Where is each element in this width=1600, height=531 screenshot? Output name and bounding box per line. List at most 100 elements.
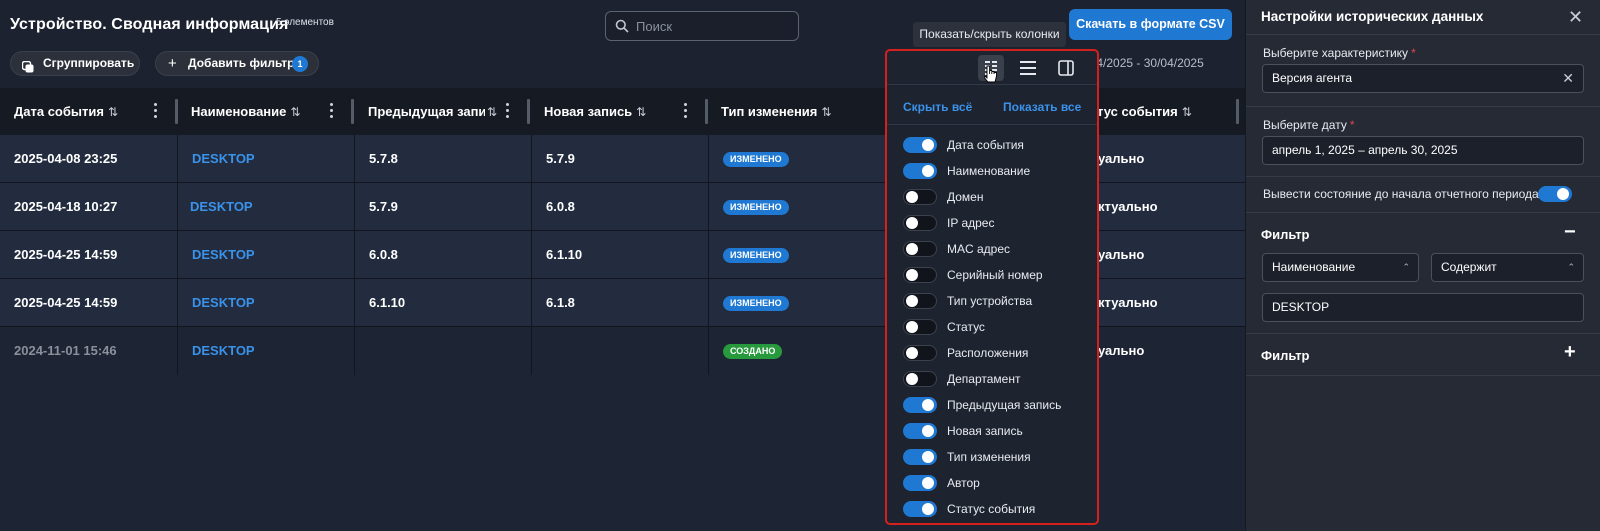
cell-date: 2025-04-08 23:25 [14, 151, 118, 166]
column-toggle-switch[interactable] [903, 371, 937, 387]
column-header-type[interactable]: Тип изменения ⇅ [721, 88, 881, 135]
column-menu-icon[interactable] [506, 101, 510, 121]
sort-icon[interactable]: ⇅ [108, 105, 118, 119]
group-button[interactable]: Сгруппировать [10, 51, 140, 76]
rows-density-icon[interactable] [1015, 55, 1041, 81]
show-all-button[interactable]: Показать все [1003, 100, 1081, 114]
column-toggle-switch[interactable] [903, 215, 937, 231]
cell-name-link[interactable]: DESKTOP [192, 327, 255, 374]
column-menu-icon[interactable] [330, 101, 334, 121]
settings-title: Настройки исторических данных [1261, 9, 1484, 24]
column-header-name[interactable]: Наименование ⇅ [191, 88, 321, 135]
column-header-status[interactable]: тус события ⇅ [1097, 88, 1217, 135]
column-toggle-switch[interactable] [903, 345, 937, 361]
column-toggle-item[interactable]: Статус [887, 315, 1097, 341]
column-divider [708, 135, 709, 375]
cell-name-link[interactable]: DESKTOP [192, 135, 255, 182]
items-count: 5 элементов [276, 17, 334, 28]
cell-new: 6.1.8 [546, 295, 575, 310]
column-toggle-label: Расположения [947, 346, 1029, 360]
side-panel-toggle-icon[interactable] [1053, 55, 1079, 81]
sort-icon[interactable]: ⇅ [483, 88, 503, 135]
search-box[interactable] [605, 11, 799, 41]
column-toggle-switch[interactable] [903, 241, 937, 257]
sort-icon[interactable]: ⇅ [290, 105, 300, 119]
column-resizer[interactable] [175, 99, 178, 124]
column-toggle-item[interactable]: Новая запись [887, 419, 1097, 445]
column-menu-icon[interactable] [154, 101, 158, 121]
cell-new: 6.0.8 [546, 199, 575, 214]
column-toggle-item[interactable]: Расположения [887, 341, 1097, 367]
history-settings-panel: Настройки исторических данных ✕ Выберите… [1245, 0, 1600, 531]
cell-prev: 6.1.10 [369, 295, 406, 310]
add-filter-button[interactable]: + Добавить фильтр 1 [155, 51, 319, 76]
column-toggle-switch[interactable] [903, 397, 937, 413]
column-toggle-switch[interactable] [903, 293, 937, 309]
collapse-minus-icon[interactable]: − [1564, 221, 1576, 244]
column-toggle-item[interactable]: MAC адрес [887, 237, 1097, 263]
column-resizer[interactable] [705, 99, 708, 124]
column-resizer[interactable] [351, 99, 354, 124]
cell-name-link[interactable]: DESKTOP [192, 279, 255, 326]
filter-value-input[interactable]: DESKTOP [1262, 293, 1584, 322]
filter-section-title: Фильтр [1261, 348, 1310, 363]
close-icon[interactable]: ✕ [1568, 7, 1583, 28]
column-toggle-label: Департамент [947, 372, 1021, 386]
hide-all-button[interactable]: Скрыть всё [903, 100, 972, 114]
column-toggle-label: Серийный номер [947, 268, 1043, 282]
characteristic-select[interactable]: Версия агента ✕ [1262, 64, 1584, 93]
sort-icon[interactable]: ⇅ [821, 105, 831, 119]
column-toggle-item[interactable]: Дата события [887, 133, 1097, 159]
column-toggle-switch[interactable] [903, 137, 937, 153]
column-toggle-item[interactable]: IP адрес [887, 211, 1097, 237]
column-toggle-item[interactable]: Статус события [887, 497, 1097, 523]
cell-prev: 5.7.8 [369, 151, 398, 166]
column-toggle-item[interactable]: Тип изменения [887, 445, 1097, 471]
status-badge: ИЗМЕНЕНО [723, 200, 789, 216]
add-filter-plus-icon[interactable]: + [1564, 341, 1576, 364]
column-resizer[interactable] [1236, 99, 1239, 124]
column-toggle-switch[interactable] [903, 163, 937, 179]
column-toggle-switch[interactable] [903, 475, 937, 491]
cell-type: СОЗДАНО [723, 327, 783, 374]
column-toggle-item[interactable]: Департамент [887, 367, 1097, 393]
clear-icon[interactable]: ✕ [1562, 65, 1574, 92]
column-toggle-switch[interactable] [903, 189, 937, 205]
column-header-prev[interactable]: Предыдущая запи [368, 88, 485, 135]
column-toggle-item[interactable]: Серийный номер [887, 263, 1097, 289]
column-toggle-switch[interactable] [903, 267, 937, 283]
column-toggle-switch[interactable] [903, 319, 937, 335]
sort-icon[interactable]: ⇅ [1182, 105, 1192, 119]
column-resizer[interactable] [527, 99, 530, 124]
search-input[interactable] [636, 17, 791, 35]
cell-prev: 5.7.9 [369, 199, 398, 214]
download-csv-button[interactable]: Скачать в формате CSV [1069, 9, 1232, 40]
cell-status: ктуально [1098, 199, 1158, 214]
date-label: Выберите дату * [1263, 118, 1355, 132]
characteristic-label: Выберите характеристику * [1263, 46, 1416, 60]
column-toggle-switch[interactable] [903, 449, 937, 465]
cell-name-link[interactable]: DESKTOP [192, 231, 255, 278]
column-toggle-switch[interactable] [903, 423, 937, 439]
cell-name-link[interactable]: DESKTOP [190, 183, 253, 230]
column-header-new[interactable]: Новая запись ⇅ [544, 88, 674, 135]
column-menu-icon[interactable] [684, 101, 688, 121]
characteristic-value: Версия агента [1272, 71, 1353, 85]
column-toggle-item[interactable]: Автор [887, 471, 1097, 497]
column-toggle-label: Новая запись [947, 424, 1023, 438]
date-range-input[interactable]: апрель 1, 2025 – апрель 30, 2025 [1262, 136, 1584, 165]
group-icon [21, 58, 34, 81]
column-header-date[interactable]: Дата события ⇅ [14, 88, 154, 135]
column-toggle-item[interactable]: Домен [887, 185, 1097, 211]
column-picker-panel: Скрыть всё Показать все Дата события Наим… [885, 49, 1099, 525]
column-toggle-item[interactable]: Тип устройства [887, 289, 1097, 315]
status-badge: СОЗДАНО [723, 344, 783, 360]
column-divider [531, 135, 532, 375]
column-toggle-switch[interactable] [903, 501, 937, 517]
column-toggle-item[interactable]: Предыдущая запись [887, 393, 1097, 419]
filter-operator-select[interactable]: Содержит ⌃ [1431, 253, 1584, 282]
column-toggle-item[interactable]: Наименование [887, 159, 1097, 185]
sort-icon[interactable]: ⇅ [636, 105, 646, 119]
show-state-toggle[interactable] [1538, 186, 1572, 202]
filter-field-select[interactable]: Наименование ⌃ [1262, 253, 1419, 282]
